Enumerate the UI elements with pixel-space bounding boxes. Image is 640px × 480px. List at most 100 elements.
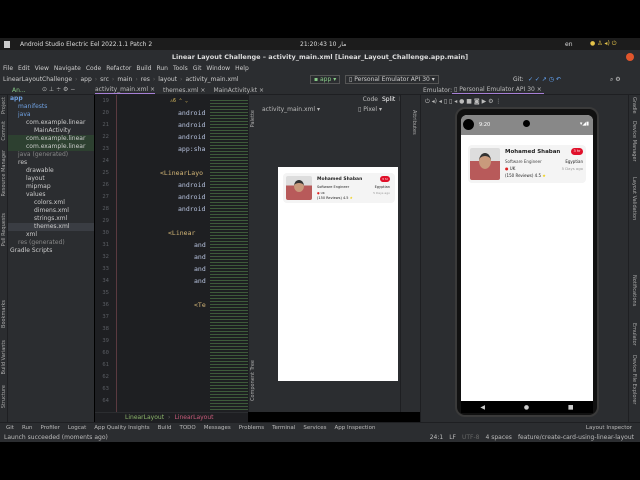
code-minimap[interactable] [210,100,248,410]
tree-item[interactable]: com.example.linear [8,119,94,127]
tool-emulator[interactable]: Emulator [631,323,637,346]
tool-bookmarks[interactable]: Bookmarks [1,300,7,328]
layout-inspector-button[interactable]: Layout Inspector [586,425,632,431]
tree-item[interactable]: values [8,191,94,199]
tree-item[interactable]: java (generated) [8,151,94,159]
tool-pull-requests[interactable]: Pull Requests [1,213,7,246]
menu-view[interactable]: View [35,65,49,72]
tree-item[interactable]: com.example.linear [8,135,94,143]
inspection-widget[interactable]: ⚠6 ⌃ ⌄ [170,98,188,104]
tree-item[interactable]: drawable [8,167,94,175]
tree-item[interactable]: dimens.xml [8,207,94,215]
menu-tools[interactable]: Tools [173,65,188,72]
tool-notifications[interactable]: Notifications [631,275,637,306]
tree-item[interactable]: xml [8,231,94,239]
menu-refactor[interactable]: Refactor [106,65,131,72]
code-line[interactable]: android [178,109,205,117]
tool-todo[interactable]: TODO [179,425,195,431]
project-panel-tools[interactable]: ⊙ ⊥ ÷ ⚙ − [42,86,75,93]
menu-run[interactable]: Run [156,65,168,72]
device-select[interactable]: ▯ Personal Emulator API 30 ▾ [345,75,439,84]
tree-item[interactable]: com.example.linear [8,143,94,151]
recents-button[interactable]: ■ [568,404,574,411]
code-line[interactable]: and [194,253,206,261]
editor-tab[interactable]: themes.xml × [163,87,205,94]
mode-split[interactable]: Split [382,96,395,103]
phone-screen[interactable]: 9:20 ▾◢▮ Mohamed Shaban Software Enginee… [461,115,593,401]
os-app-menu[interactable]: Android Studio Electric Eel 2022.1.1 Pat… [20,41,152,48]
emulator-controls[interactable]: ⏻ ◂) ◂ ▯ ▯ ◂ ● ■ ◙ ▶ ⚙ ⋮ [425,98,501,106]
code-line[interactable]: android [178,193,205,201]
tree-item[interactable]: themes.xml [8,223,94,231]
tree-item[interactable]: layout [8,175,94,183]
tool-structure[interactable]: Structure [1,385,7,408]
tree-item[interactable]: res (generated) [8,239,94,247]
indent-setting[interactable]: 4 spaces [485,434,511,441]
tree-item[interactable]: MainActivity [8,127,94,135]
tool-problems[interactable]: Problems [239,425,264,431]
code-line[interactable]: android [178,121,205,129]
line-separator[interactable]: LF [449,434,456,441]
caret-position[interactable]: 24:1 [430,434,443,441]
code-line[interactable]: <LinearLayo [160,169,203,177]
status-message[interactable]: Launch succeeded (moments ago) [4,434,108,441]
menu-git[interactable]: Git [193,65,202,72]
file-encoding[interactable]: UTF-8 [462,434,480,441]
tree-item[interactable]: colors.xml [8,199,94,207]
breadcrumb-item[interactable]: src [100,76,109,83]
tree-item[interactable]: java [8,111,94,119]
breadcrumb-item[interactable]: res [141,76,150,83]
breadcrumb-item[interactable]: activity_main.xml [185,76,238,83]
tool-terminal[interactable]: Terminal [272,425,295,431]
home-button[interactable]: ● [524,404,529,411]
menu-navigate[interactable]: Navigate [54,65,81,72]
tree-item[interactable]: res [8,159,94,167]
code-line[interactable]: and [194,241,206,249]
code-line[interactable]: android [178,181,205,189]
menu-help[interactable]: Help [235,65,249,72]
code-line[interactable]: android [178,205,205,213]
tree-item[interactable]: manifests [8,103,94,111]
tool-resource-manager[interactable]: Resource Manager [1,150,7,196]
tool-project[interactable]: Project [1,97,7,114]
tool-device-manager[interactable]: Device Manager [631,121,637,162]
editor-tab[interactable]: MainActivity.kt × [213,87,264,94]
back-button[interactable]: ◀ [480,404,485,411]
preview-screen[interactable]: Mohamed Shaban Software Engineer ● UK (1… [278,167,398,381]
tree-item[interactable]: mipmap [8,183,94,191]
menu-edit[interactable]: Edit [18,65,30,72]
tool-services[interactable]: Services [303,425,326,431]
breadcrumb-item[interactable]: layout [158,76,177,83]
search-icon[interactable]: ⌕ ⚙ [610,76,621,84]
module-select[interactable]: ▪ app ▾ [310,75,341,84]
tool-logcat[interactable]: Logcat [68,425,86,431]
tool-component-tree[interactable]: Component Tree [250,360,256,401]
code-line[interactable]: <Te [194,301,206,309]
tool-gradle[interactable]: Gradle [631,97,637,114]
tool-app-quality-insights[interactable]: App Quality Insights [94,425,149,431]
tool-commit[interactable]: Commit [1,121,7,141]
menu-file[interactable]: File [3,65,13,72]
git-branch[interactable]: feature/create-card-using-linear-layout [518,434,634,441]
tool-profiler[interactable]: Profiler [41,425,60,431]
tool-build[interactable]: Build [158,425,172,431]
tool-attributes[interactable]: Attributes [411,110,417,135]
menu-code[interactable]: Code [86,65,101,72]
menu-window[interactable]: Window [206,65,230,72]
app-card[interactable]: Mohamed Shaban Software Engineer ● UK (1… [468,145,586,183]
git-actions[interactable]: ✓ ✓ ↗ ◷ ↶ [528,76,561,83]
menu-build[interactable]: Build [136,65,151,72]
mode-code[interactable]: Code [363,96,378,103]
code-line[interactable]: android [178,133,205,141]
editor-tab[interactable]: activity_main.xml × [95,86,156,94]
code-line[interactable]: and [194,265,206,273]
layout-file-select[interactable]: activity_main.xml ▾ [262,106,320,113]
tree-item[interactable]: Gradle Scripts [8,247,94,255]
breadcrumb-item[interactable]: LinearLayoutChallenge [3,76,72,83]
os-tray-icons[interactable]: ● ♙ ◂) ⏻ [590,40,616,48]
tree-item[interactable]: strings.xml [8,215,94,223]
breadcrumb-item[interactable]: app [80,76,91,83]
tool-messages[interactable]: Messages [204,425,231,431]
window-close-button[interactable] [626,52,634,61]
emulator-tab[interactable]: ▯ Personal Emulator API 30 × [452,86,544,94]
